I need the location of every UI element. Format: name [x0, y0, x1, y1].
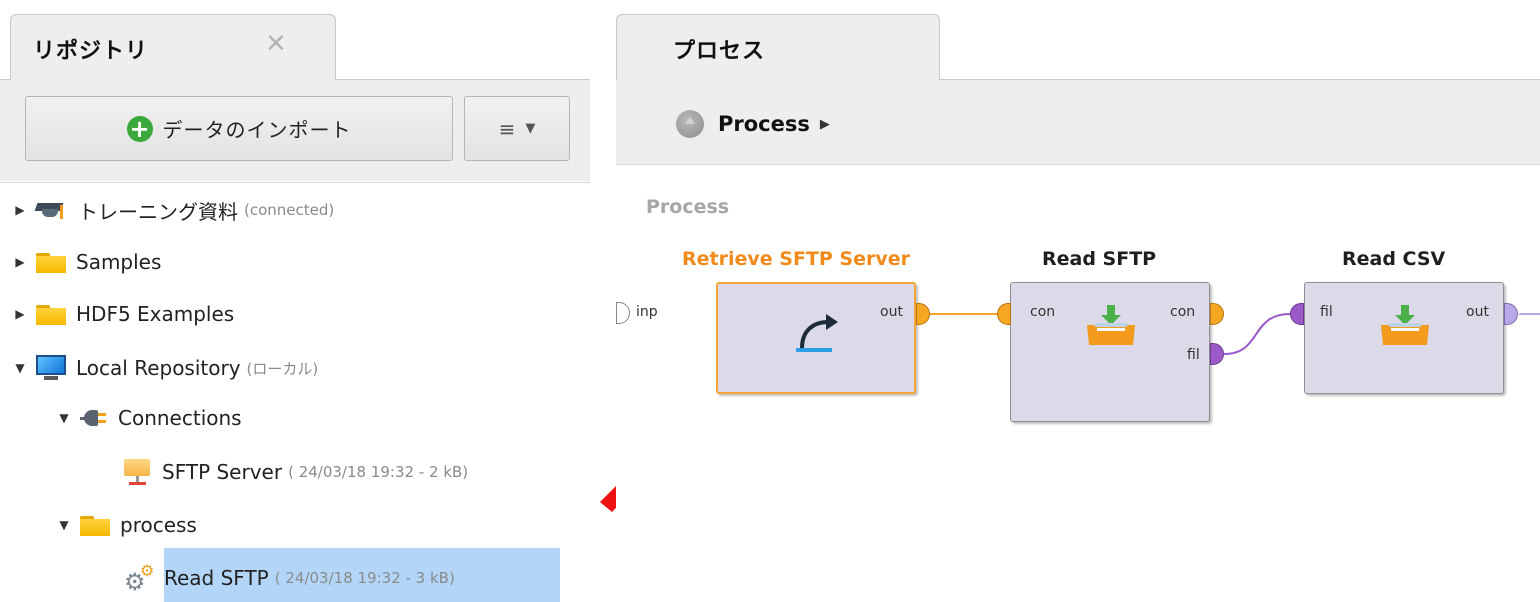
port-label-fil-in: fil [1320, 304, 1333, 320]
collapse-arrow-icon[interactable]: ▼ [12, 361, 28, 375]
collapse-arrow-icon[interactable]: ▼ [56, 518, 72, 532]
plus-icon: + [126, 115, 153, 142]
tree-item-local-repository[interactable]: ▼ Local Repository (ローカル) [12, 346, 318, 390]
read-file-icon [1087, 305, 1135, 345]
tree-item-label: Read SFTP [164, 566, 269, 590]
plug-icon [80, 407, 110, 429]
hamburger-menu-icon: ≡ [498, 116, 516, 141]
tree-item-label: Connections [118, 406, 242, 430]
canvas-title: Process [646, 196, 730, 218]
navigate-up-icon[interactable] [676, 110, 704, 138]
process-gear-icon: ⚙ ⚙ [124, 561, 155, 596]
port-label-out: out [880, 304, 903, 320]
tab-repository[interactable]: リポジトリ ✕ [10, 14, 336, 80]
tree-item-meta: (connected) [244, 201, 335, 219]
tab-process-label: プロセス [673, 39, 766, 64]
port-label-out-csv: out [1466, 304, 1489, 320]
operator-read-csv[interactable] [1304, 282, 1504, 394]
tree-item-label: Samples [76, 250, 162, 274]
tab-repository-label: リポジトリ [33, 39, 149, 64]
tree-item-samples[interactable]: ▶ Samples [12, 240, 161, 284]
tree-item-meta: ( 24/03/18 19:32 - 3 kB) [274, 569, 455, 587]
operator-title-retrieve: Retrieve SFTP Server [682, 248, 910, 270]
tree-item-sftp-server[interactable]: SFTP Server ( 24/03/18 19:32 - 2 kB) [122, 450, 468, 494]
graduation-cap-icon [34, 199, 70, 221]
tree-item-label: process [120, 513, 197, 537]
retrieve-icon [796, 314, 838, 352]
monitor-icon [36, 355, 66, 381]
operator-retrieve-sftp-server[interactable] [716, 282, 916, 394]
import-data-button-label: データのインポート [162, 118, 352, 142]
repository-panel: リポジトリ ✕ + データのインポート ≡ ▼ ▶ トレーニング資料 (conn… [0, 0, 590, 602]
chevron-down-icon: ▼ [525, 121, 536, 136]
tree-item-label: Local Repository [76, 356, 241, 380]
import-data-button[interactable]: + データのインポート [25, 96, 453, 161]
tree-item-process-folder[interactable]: ▼ process [56, 503, 197, 547]
tree-item-label: トレーニング資料 [78, 199, 238, 224]
tree-item-training-materials[interactable]: ▶ トレーニング資料 (connected) [12, 188, 334, 232]
process-input-port-label: inp [636, 304, 658, 320]
tree-item-connections[interactable]: ▼ Connections [56, 396, 242, 440]
port-label-con-out: con [1170, 304, 1196, 320]
tree-item-label: SFTP Server [162, 460, 283, 484]
tree-item-read-sftp[interactable]: ⚙ ⚙ Read SFTP ( 24/03/18 19:32 - 3 kB) [122, 556, 455, 600]
close-icon[interactable]: ✕ [265, 31, 287, 57]
tree-item-meta: ( 24/03/18 19:32 - 2 kB) [288, 463, 469, 481]
repository-menu-button[interactable]: ≡ ▼ [464, 96, 570, 161]
operator-title-read-sftp: Read SFTP [1042, 248, 1157, 270]
folder-icon [80, 514, 110, 536]
tree-item-meta: (ローカル) [246, 359, 319, 378]
server-connection-icon [122, 457, 152, 487]
breadcrumb[interactable]: Process ▶ [676, 110, 830, 138]
tree-item-hdf5-examples[interactable]: ▶ HDF5 Examples [12, 292, 234, 336]
port-label-fil-out: fil [1187, 347, 1200, 363]
read-csv-icon [1381, 305, 1429, 345]
tree-item-label: HDF5 Examples [76, 302, 235, 326]
tab-process[interactable]: プロセス [616, 14, 940, 80]
operator-read-sftp[interactable] [1010, 282, 1210, 422]
folder-icon [36, 251, 66, 273]
port-label-con-in: con [1030, 304, 1056, 320]
breadcrumb-caret-icon[interactable]: ▶ [820, 117, 830, 132]
expand-arrow-icon[interactable]: ▶ [12, 203, 28, 217]
expand-arrow-icon[interactable]: ▶ [12, 307, 28, 321]
breadcrumb-process[interactable]: Process [718, 112, 810, 136]
collapse-arrow-icon[interactable]: ▼ [56, 411, 72, 425]
folder-icon [36, 303, 66, 325]
operator-title-read-csv: Read CSV [1342, 248, 1446, 270]
expand-arrow-icon[interactable]: ▶ [12, 255, 28, 269]
